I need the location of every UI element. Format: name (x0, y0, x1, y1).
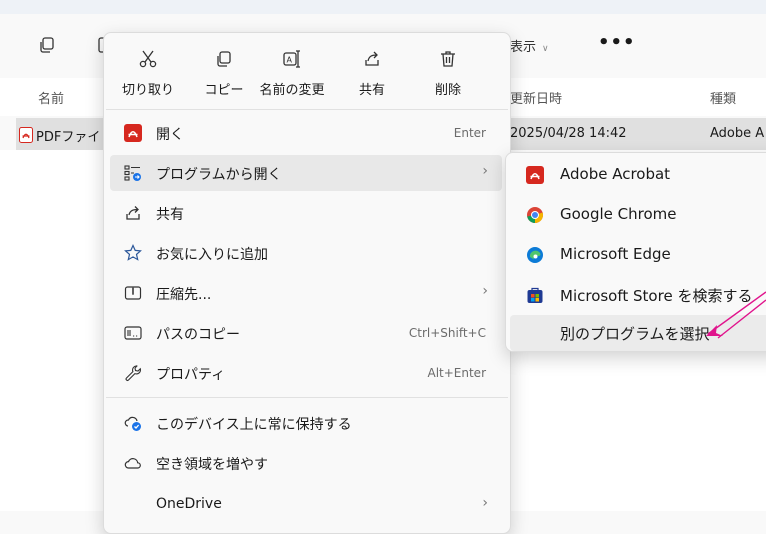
annotation-arrow (706, 291, 766, 339)
annotation-arrowhead (706, 325, 723, 336)
annotation-line (717, 299, 766, 339)
annotation-line (707, 291, 766, 335)
